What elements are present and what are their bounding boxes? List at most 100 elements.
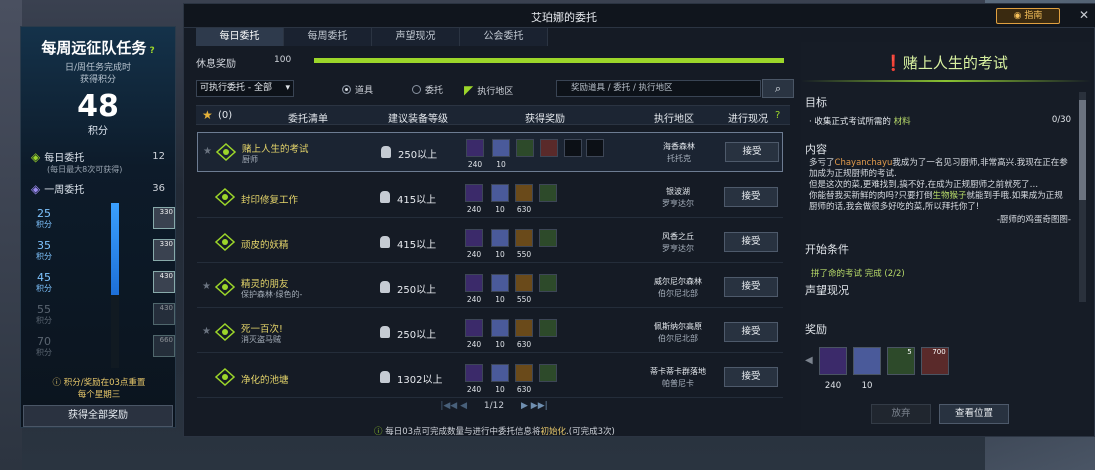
quest-name: 封印修复工作 bbox=[241, 195, 299, 206]
quest-name: 顽皮的妖精 bbox=[241, 240, 289, 251]
table-row[interactable]: 封印修复工作 415以上 240 10 630 银波湖 罗亨达尔 接受 bbox=[197, 178, 783, 218]
quest-filter-dropdown[interactable]: 可执行委托 - 全部 ▾ bbox=[196, 80, 294, 97]
accept-button[interactable]: 接受 bbox=[724, 322, 778, 342]
milestone-reward-chest-icon[interactable]: 330 bbox=[153, 239, 175, 261]
rest-bonus-bar bbox=[314, 58, 784, 63]
milestone-45: 45 积分 430 bbox=[31, 269, 175, 297]
heart-item-icon[interactable]: 700 bbox=[920, 347, 949, 375]
milestone-reward-chest-icon[interactable]: 330 bbox=[153, 207, 175, 229]
gear-helmet-icon bbox=[380, 326, 390, 338]
claim-all-rewards-button[interactable]: 获得全部奖励 bbox=[23, 405, 173, 427]
view-location-button[interactable]: 查看位置 bbox=[939, 404, 1009, 424]
milestone-reward-chest-icon[interactable]: 430 bbox=[153, 303, 175, 325]
region-name: 风香之丘 bbox=[662, 232, 694, 241]
search-button[interactable]: ⌕ bbox=[762, 79, 794, 98]
daily-quest-icon bbox=[215, 323, 235, 341]
scrollbar-thumb[interactable] bbox=[1079, 100, 1086, 200]
help-icon[interactable]: ? bbox=[775, 110, 780, 121]
accept-button[interactable]: 接受 bbox=[724, 367, 778, 387]
diamond-icon[interactable] bbox=[852, 347, 881, 375]
reset-note: ⓘ 积分/奖励在03点重置 每个星期三 bbox=[21, 377, 177, 401]
table-row[interactable]: ★ 赌上人生的考试 厨师 250以上 240 10 海香森林 托托克 接受 bbox=[197, 132, 783, 172]
objective-count: 0/30 bbox=[1051, 115, 1071, 125]
reward-header: 奖励 bbox=[805, 323, 827, 336]
content-target: 生物猴子 bbox=[932, 191, 967, 201]
reward-badge: 5 bbox=[907, 348, 912, 356]
reward-count: 10 bbox=[495, 205, 505, 214]
table-row[interactable]: ★ 精灵的朋友 保护森林·绿色的- 250以上 240 10 550 威尔尼尔森… bbox=[197, 268, 783, 308]
accept-button[interactable]: 接受 bbox=[724, 277, 778, 297]
last-page-icon[interactable]: ▶▶| bbox=[531, 401, 548, 411]
diamond-icon bbox=[491, 274, 509, 292]
milestone-unit: 积分 bbox=[36, 348, 52, 357]
guide-button[interactable]: ◉ 指南 bbox=[996, 8, 1060, 24]
daily-quest-icon: ◈ bbox=[31, 149, 41, 164]
quest-level: 1302以上 bbox=[397, 375, 443, 386]
gear-helmet-icon bbox=[381, 146, 391, 158]
reward-count: 240 bbox=[467, 160, 483, 169]
table-header: ★ (0) 委托清单 建议装备等级 获得奖励 执行地区 进行现况 ? bbox=[196, 105, 790, 125]
purple-crystal-icon[interactable] bbox=[818, 347, 847, 375]
reward-count: 240 bbox=[466, 295, 482, 304]
quest-sub: 保护森林·绿色的- bbox=[241, 290, 303, 299]
quest-sub: 消灭盗马贼 bbox=[241, 335, 281, 344]
tab-reputation[interactable]: 声望现况 bbox=[372, 28, 460, 46]
prev-page-icon[interactable]: ◀ bbox=[460, 401, 470, 411]
help-icon[interactable]: ? bbox=[146, 46, 154, 56]
objective-item[interactable]: 材料 bbox=[894, 117, 911, 127]
reward-count: 10 bbox=[495, 250, 505, 259]
col-reward: 获得奖励 bbox=[525, 114, 565, 125]
content-header: 内容 bbox=[805, 143, 827, 156]
window-title: 艾珀娜的委托 bbox=[531, 11, 597, 24]
radio-quests[interactable]: 委托 bbox=[412, 83, 443, 96]
quest-level: 250以上 bbox=[398, 150, 438, 161]
radio-items-label: 道具 bbox=[355, 86, 374, 96]
left-arrow-icon[interactable]: ◀ bbox=[805, 347, 813, 375]
accept-button[interactable]: 接受 bbox=[724, 187, 778, 207]
rest-bonus-label: 休息奖励 bbox=[196, 59, 236, 70]
accept-button[interactable]: 接受 bbox=[725, 142, 779, 162]
content-part: 你能替我买新鲜的肉吗?只要打倒 bbox=[809, 191, 933, 201]
tab-daily[interactable]: 每日委托 bbox=[196, 28, 284, 46]
green-scroll-icon[interactable]: 5 bbox=[886, 347, 915, 375]
search-input[interactable]: 奖励道具 / 委托 / 执行地区 bbox=[556, 80, 761, 97]
background-scenery-left bbox=[0, 0, 22, 470]
table-row[interactable]: ★ 死一百次! 消灭盗马贼 250以上 240 10 630 佩斯纳尔高原 伯尔… bbox=[197, 313, 783, 353]
daily-quest-icon bbox=[216, 143, 236, 161]
reward-count: 10 bbox=[495, 385, 505, 394]
table-row[interactable]: 顽皮的妖精 415以上 240 10 550 风香之丘 罗亨达尔 接受 bbox=[197, 223, 783, 263]
rest-bonus-fill bbox=[314, 58, 784, 63]
milestone-reward-chest-icon[interactable]: 660 bbox=[153, 335, 175, 357]
radio-off-icon bbox=[412, 85, 421, 94]
radio-items[interactable]: 道具 bbox=[342, 83, 373, 96]
region-name: 海香森林 bbox=[663, 142, 695, 151]
milestone-35: 35 积分 330 bbox=[31, 237, 175, 265]
info-icon: ⓘ bbox=[374, 427, 386, 437]
favorite-star-icon[interactable]: ★ bbox=[202, 281, 211, 292]
radio-region[interactable]: ◤ 执行地区 bbox=[464, 83, 513, 97]
exclamation-icon: ❗ bbox=[884, 54, 903, 72]
weekly-expedition-panel: 每周远征队任务 ? 日/周任务完成时 获得积分 48 积分 ◈ 每日委托 12 (每… bbox=[20, 26, 176, 428]
abandon-button[interactable]: 放弃 bbox=[871, 404, 931, 424]
table-row[interactable]: 净化的池塘 1302以上 240 10 630 蒂卡蒂卡群落地 帕普尼卡 接受 bbox=[197, 358, 783, 398]
milestone-reward-chest-icon[interactable]: 430 bbox=[153, 271, 175, 293]
close-icon[interactable]: ✕ bbox=[1079, 8, 1089, 22]
accept-button[interactable]: 接受 bbox=[724, 232, 778, 252]
tab-guild[interactable]: 公会委托 bbox=[460, 28, 548, 46]
start-condition: 拼了命的考试 完成 (2/2) bbox=[811, 269, 905, 279]
quest-name: 净化的池塘 bbox=[241, 375, 289, 386]
next-page-icon[interactable]: ▶ bbox=[521, 401, 531, 411]
favorite-star-icon[interactable]: ★ bbox=[202, 326, 211, 337]
search-icon: ⌕ bbox=[774, 82, 782, 95]
title-divider bbox=[801, 80, 1091, 82]
region-area: 伯尔尼北部 bbox=[658, 289, 698, 298]
first-page-icon[interactable]: |◀◀ bbox=[440, 401, 460, 411]
tab-weekly[interactable]: 每周委托 bbox=[284, 28, 372, 46]
favorite-star-icon[interactable]: ★ bbox=[202, 108, 213, 122]
favorite-star-icon[interactable]: ★ bbox=[203, 146, 212, 157]
detail-scrollbar[interactable] bbox=[1079, 92, 1086, 302]
gear-helmet-icon bbox=[380, 191, 390, 203]
green-scroll-icon bbox=[539, 229, 557, 247]
daily-quest-icon bbox=[215, 188, 235, 206]
weekly-quest-icon: ◈ bbox=[31, 181, 41, 196]
